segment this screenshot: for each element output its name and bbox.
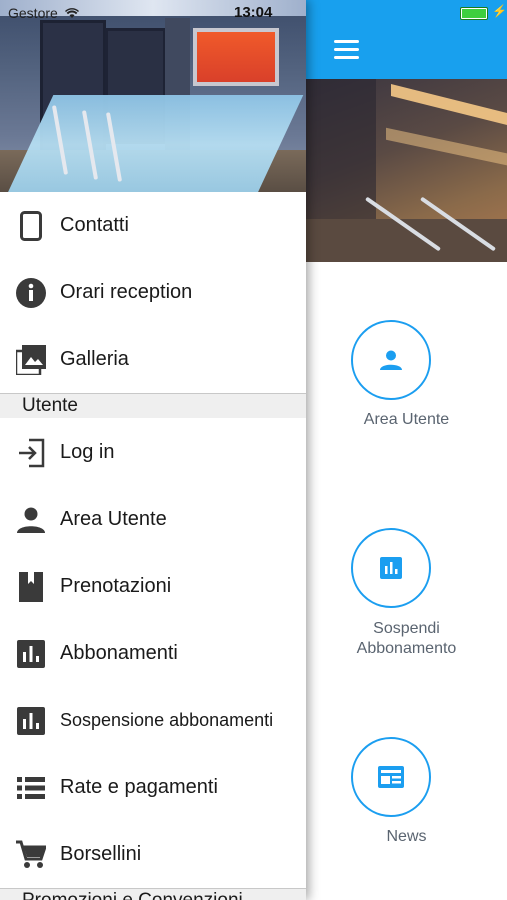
section-header-promozioni: Promozioni e Convenzioni <box>0 888 306 900</box>
tile-label: Area Utente <box>363 411 450 428</box>
wifi-icon <box>64 8 79 18</box>
phone-icon <box>16 210 46 241</box>
menu-item-label: Borsellini <box>60 843 142 865</box>
person-icon <box>16 505 46 535</box>
menu-item-borsellini[interactable]: Borsellini <box>0 821 306 888</box>
bar-chart-icon <box>16 639 46 669</box>
gallery-icon <box>16 344 46 375</box>
status-time: 13:04 <box>234 4 273 21</box>
menu-item-sospensione-abbonamenti[interactable]: Sospensione abbonamenti <box>0 687 306 754</box>
header-image-pool-water <box>6 95 304 192</box>
menu-item-label: Area Utente <box>60 508 167 530</box>
menu-item-contatti[interactable]: Contatti <box>0 192 306 259</box>
person-icon <box>380 350 402 370</box>
menu-item-label: Log in <box>60 441 115 463</box>
status-carrier: Gestore <box>8 5 79 21</box>
header-image-orange-window <box>193 28 279 86</box>
drawer-header-image <box>0 0 306 192</box>
menu-item-label: Rate e pagamenti <box>60 776 218 798</box>
tile-label: News <box>386 828 427 845</box>
app-top-bar: ⚡ <box>306 0 507 79</box>
menu-item-label: Abbonamenti <box>60 642 178 664</box>
hamburger-menu-icon[interactable] <box>334 40 359 60</box>
menu-item-abbonamenti[interactable]: Abbonamenti <box>0 620 306 687</box>
tile-sospendi-abbonamento-button[interactable] <box>351 528 431 608</box>
section-title: Utente <box>22 395 78 416</box>
cart-icon <box>16 840 46 870</box>
section-header-utente: Utente <box>0 393 306 418</box>
menu-item-label: Orari reception <box>60 281 193 303</box>
menu-item-orari-reception[interactable]: Orari reception <box>0 259 306 326</box>
tile-news-button[interactable] <box>351 737 431 817</box>
menu-item-area-utente[interactable]: Area Utente <box>0 486 306 553</box>
list-icon <box>16 773 46 803</box>
menu-item-galleria[interactable]: Galleria <box>0 326 306 393</box>
bar-chart-icon <box>16 706 46 736</box>
bookmark-icon <box>16 571 46 602</box>
tile-area-utente-button[interactable] <box>351 320 431 400</box>
main-content: ⚡ Area Utente Sospendi Abbonamento News <box>306 0 507 900</box>
hero-image <box>306 79 507 262</box>
menu-item-prenotazioni[interactable]: Prenotazioni <box>0 553 306 620</box>
news-icon <box>378 766 404 788</box>
section-title: Promozioni e Convenzioni <box>22 890 243 900</box>
menu-item-log-in[interactable]: Log in <box>0 419 306 486</box>
bar-chart-icon <box>380 557 402 579</box>
battery-icon <box>460 7 488 20</box>
tile-label-line2: Abbonamento <box>356 640 457 657</box>
menu-item-label: Contatti <box>60 214 129 236</box>
tile-label: Sospendi Abbonamento <box>322 619 491 659</box>
menu-item-label: Galleria <box>60 348 129 370</box>
navigation-drawer: Gestore 13:04 Contatti Orari reception G… <box>0 0 306 900</box>
tile-label-line1: Sospendi <box>373 620 440 637</box>
menu-item-label: Sospensione abbonamenti <box>60 710 274 730</box>
login-icon <box>16 438 46 468</box>
menu-item-rate-e-pagamenti[interactable]: Rate e pagamenti <box>0 754 306 821</box>
info-icon <box>16 277 46 308</box>
charging-bolt-icon: ⚡ <box>492 4 507 18</box>
menu-item-label: Prenotazioni <box>60 575 172 597</box>
